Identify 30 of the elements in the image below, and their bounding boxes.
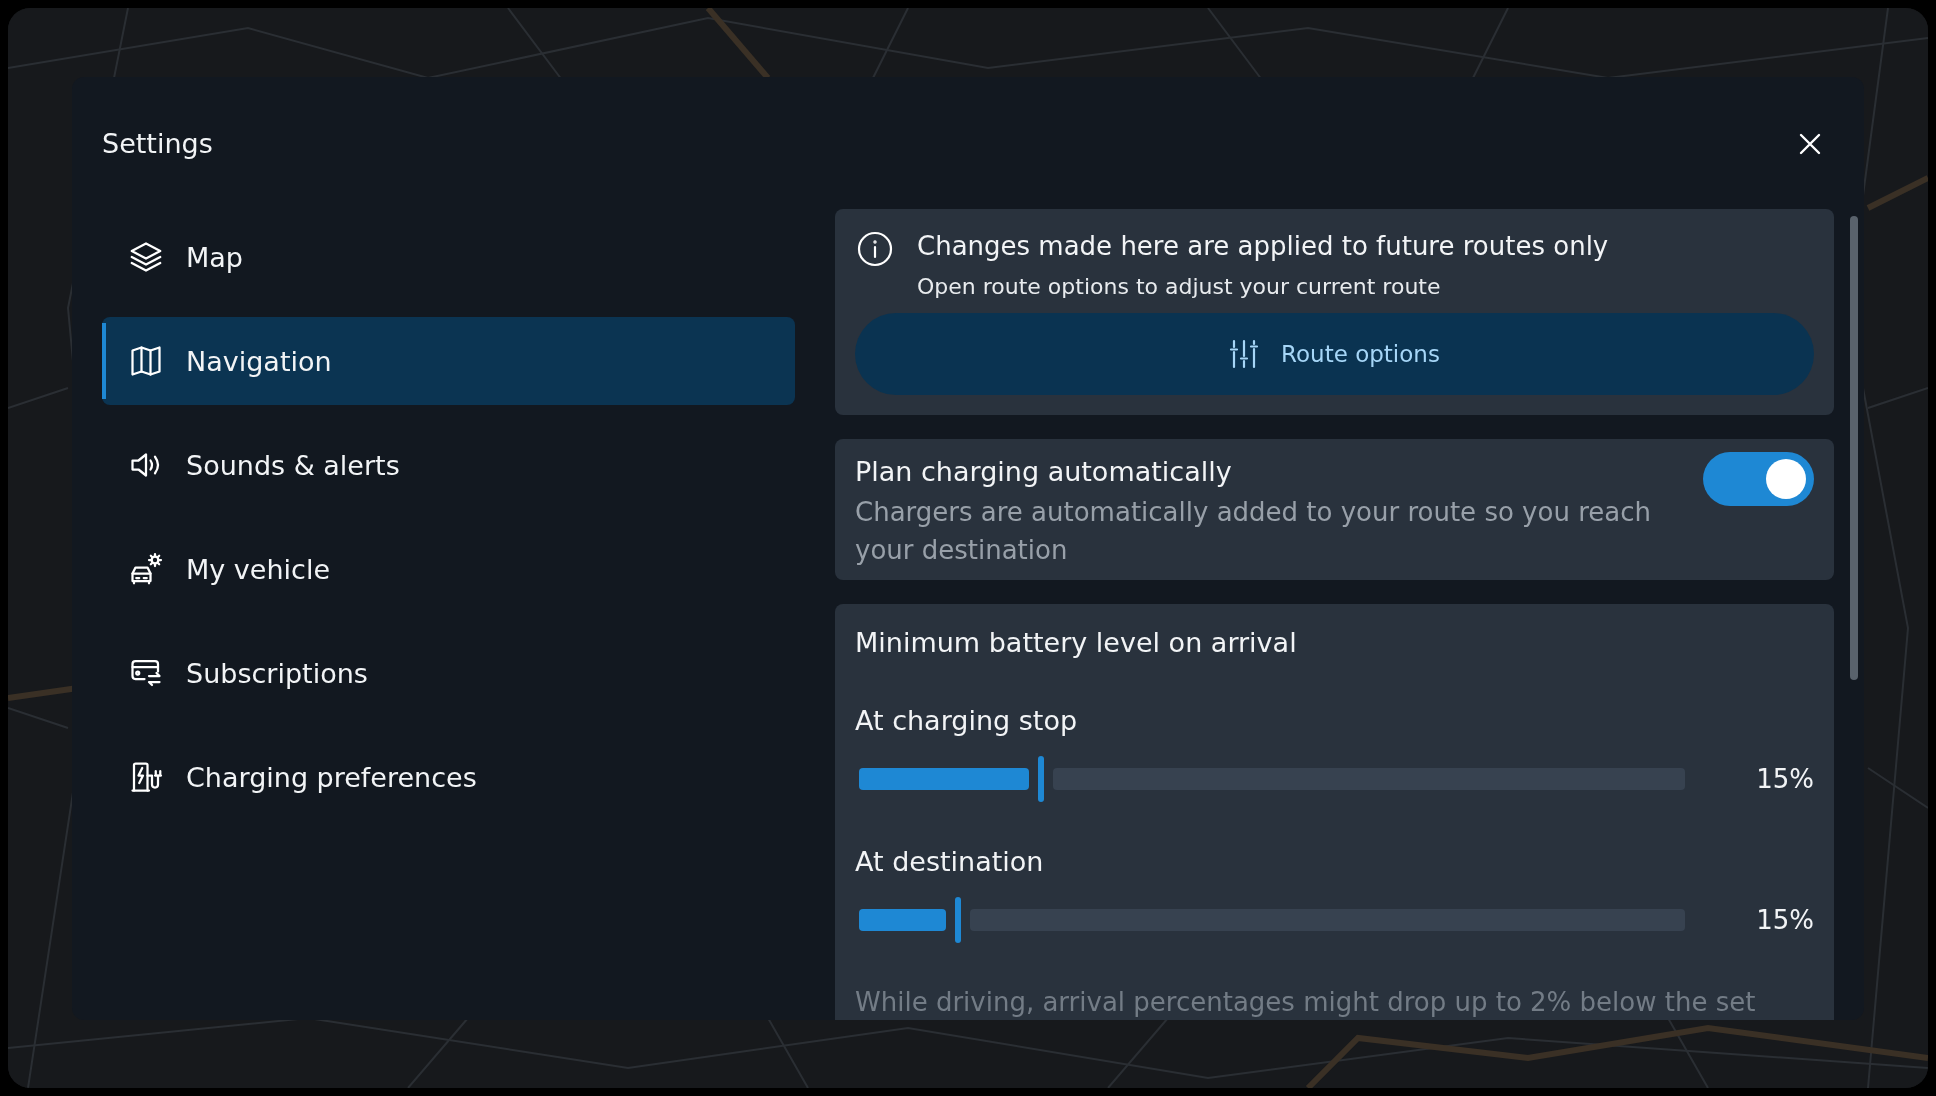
slider-track[interactable] xyxy=(859,897,1685,943)
sidebar-item[interactable]: Map xyxy=(102,213,795,301)
sidebar-item[interactable]: Subscriptions xyxy=(102,629,795,717)
setting-description: Chargers are automatically added to your route so you reach your destination xyxy=(855,496,1652,567)
setting-title: Plan charging automatically xyxy=(855,455,1233,489)
slider-value: 15% xyxy=(1755,904,1814,937)
close-icon xyxy=(1799,133,1821,155)
sidebar-item[interactable]: Navigation xyxy=(102,317,795,405)
sidebar-item[interactable]: My vehicle xyxy=(102,525,795,613)
car-gear-icon xyxy=(128,551,164,587)
slider-label: At destination xyxy=(855,845,1045,879)
dialog-title: Settings xyxy=(102,127,213,161)
slider-thumb[interactable] xyxy=(955,897,962,943)
sidebar-item[interactable]: Charging preferences xyxy=(102,733,795,821)
folded-map-icon xyxy=(128,343,164,379)
charging-station-icon xyxy=(128,759,164,795)
scrollbar[interactable] xyxy=(1850,216,1858,680)
sliders-icon xyxy=(1229,339,1260,369)
toggle-switch[interactable] xyxy=(1703,452,1814,506)
slider-thumb[interactable] xyxy=(1037,756,1044,802)
slider-track[interactable] xyxy=(859,756,1685,802)
section-title: Minimum battery level on arrival xyxy=(855,626,1298,660)
info-title: Changes made here are applied to future routes only xyxy=(917,230,1609,263)
slider-label: At charging stop xyxy=(855,704,1079,738)
slider-value: 15% xyxy=(1755,763,1814,796)
note-text: While driving, arrival percentages might drop up to 2% below the set xyxy=(855,987,1757,1017)
sidebar-item[interactable]: Sounds & alerts xyxy=(102,421,795,509)
info-subtitle: Open route options to adjust your current route xyxy=(917,273,1442,301)
info-icon xyxy=(857,231,893,267)
route-options-button[interactable]: Route options xyxy=(855,313,1814,395)
